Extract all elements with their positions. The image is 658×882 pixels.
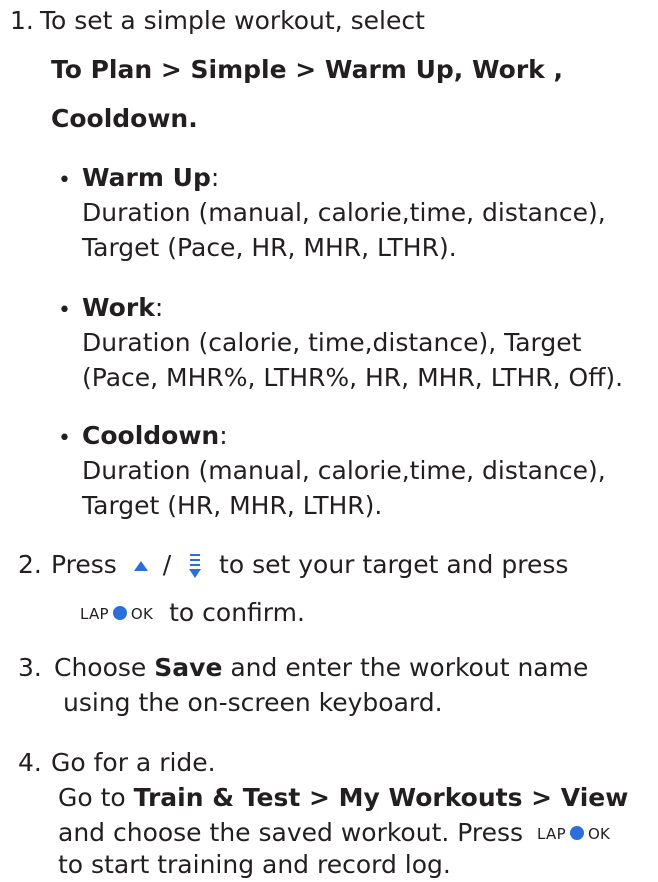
bullet-warm-up: • xyxy=(58,168,71,193)
step-4-goto: Go to xyxy=(58,783,126,812)
step-4-line-3: and choose the saved workout. Press LAP O… xyxy=(58,816,610,851)
up-triangle-icon xyxy=(133,561,148,571)
step-4-line-2: Go to Train & Test > My Workouts > View xyxy=(58,781,628,815)
lap-label-2: LAP xyxy=(537,825,566,843)
work-duration: Duration (calorie, time,distance), Targe… xyxy=(82,328,582,357)
work-title: Work xyxy=(82,293,155,322)
step-2-rest: to set your target and press xyxy=(219,550,569,579)
work-target: (Pace, MHR%, LTHR%, HR, MHR, LTHR, Off). xyxy=(82,363,624,392)
document-page: 1. To set a simple workout, select To Pl… xyxy=(0,0,658,879)
ok-label: OK xyxy=(130,605,154,623)
work-heading: Work: xyxy=(82,291,163,325)
step-3-line-1: Choose Save and enter the workout name xyxy=(54,651,588,685)
step-2-line-1: Press / to set your target and press xyxy=(51,548,568,582)
cooldown-title: Cooldown xyxy=(82,421,220,450)
lap-ok-dot-icon xyxy=(112,606,127,620)
step-2-line-2: LAP OK to confirm. xyxy=(80,596,305,631)
bullet-cooldown: • xyxy=(58,426,71,451)
step-3-choose: Choose xyxy=(54,653,147,682)
step-3-line-2: using the on-screen keyboard. xyxy=(63,688,443,717)
cooldown-duration: Duration (manual, calorie,time, distance… xyxy=(82,456,606,485)
step-1-number: 1. xyxy=(10,6,34,35)
step-2-confirm: to confirm. xyxy=(169,598,305,627)
step-4-number: 4. xyxy=(18,748,42,777)
warm-up-heading: Warm Up: xyxy=(82,161,219,195)
step-4-choose: and choose the saved workout. Press xyxy=(58,818,524,847)
warm-up-title: Warm Up xyxy=(82,163,211,192)
lap-label: LAP xyxy=(80,605,109,623)
lap-ok-button-icon: LAP OK xyxy=(80,605,153,623)
step-4-path: Train & Test > My Workouts > View xyxy=(133,783,629,812)
ok-label-2: OK xyxy=(587,825,611,843)
warm-up-target: Target (Pace, HR, MHR, LTHR). xyxy=(82,233,457,262)
cooldown-heading: Cooldown: xyxy=(82,419,228,453)
step-2-slash: / xyxy=(162,550,172,579)
warm-up-colon: : xyxy=(210,163,220,192)
step-4-line-4: to start training and record log. xyxy=(58,850,451,879)
step-1-intro: To set a simple workout, select xyxy=(40,6,425,35)
warm-up-duration: Duration (manual, calorie,time, distance… xyxy=(82,198,606,227)
lap-ok-button-icon-2: LAP OK xyxy=(537,825,610,843)
cooldown-colon: : xyxy=(219,421,228,450)
step-3-save: Save xyxy=(154,653,223,682)
step-1-path-line-2: Cooldown. xyxy=(51,104,198,133)
bullet-work: • xyxy=(58,298,71,323)
step-4-line-1: Go for a ride. xyxy=(51,748,216,777)
step-3-number: 3. xyxy=(18,653,42,682)
down-menu-icon xyxy=(189,554,202,578)
step-1-path-line-1: To Plan > Simple > Warm Up, Work , xyxy=(51,55,563,84)
step-2-press: Press xyxy=(51,550,117,579)
cooldown-target: Target (HR, MHR, LTHR). xyxy=(82,491,383,520)
step-2-number: 2. xyxy=(18,550,42,579)
work-colon: : xyxy=(154,293,164,322)
lap-ok-dot-icon-2 xyxy=(569,826,584,840)
step-3-rest: and enter the workout name xyxy=(230,653,589,682)
